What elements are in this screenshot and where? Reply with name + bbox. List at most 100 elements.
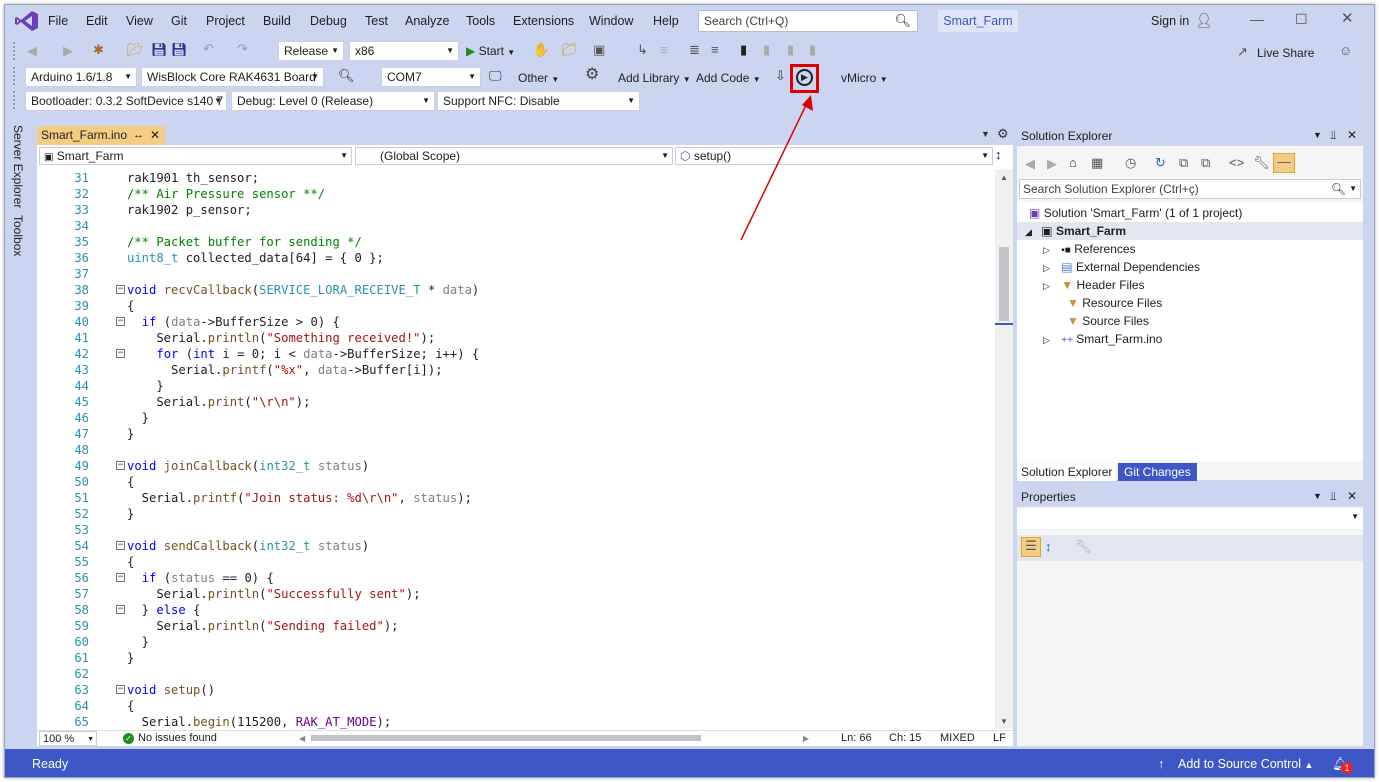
pane-options-icon[interactable]: ▼ bbox=[1313, 130, 1322, 140]
line-ending-indicator[interactable]: LF bbox=[993, 731, 1006, 746]
code-line[interactable]: 33 rak1902 p_sensor; bbox=[37, 202, 991, 218]
fold-toggle-icon[interactable]: − bbox=[116, 461, 125, 470]
minimize-icon[interactable]: — bbox=[1250, 11, 1264, 27]
build-upload-icon[interactable]: ⇩ bbox=[775, 68, 786, 84]
code-line[interactable]: 44 } bbox=[37, 378, 991, 394]
fold-toggle-icon[interactable]: − bbox=[116, 317, 125, 326]
code-line[interactable]: 34 bbox=[37, 218, 991, 234]
preview-toggle-icon[interactable]: — bbox=[1273, 153, 1295, 173]
code-line[interactable]: 53 bbox=[37, 522, 991, 538]
fold-toggle-icon[interactable]: − bbox=[116, 685, 125, 694]
step-over-icon[interactable]: ≡ bbox=[660, 42, 668, 58]
code-line[interactable]: 46 } bbox=[37, 410, 991, 426]
add-code-menu[interactable]: Add Code ▼ bbox=[696, 71, 761, 85]
code-line[interactable]: 59 Serial.println("Sending failed"); bbox=[37, 618, 991, 634]
pin-icon[interactable]: ⫫ bbox=[1330, 489, 1337, 504]
close-icon[interactable]: ✕ bbox=[1341, 11, 1354, 27]
live-share-icon[interactable]: ↗ bbox=[1237, 44, 1248, 60]
other-menu[interactable]: Other ▼ bbox=[518, 71, 559, 85]
code-line[interactable]: 64 { bbox=[37, 698, 991, 714]
tree-project-node[interactable]: ◢ ▣ Smart_Farm bbox=[1017, 222, 1363, 240]
port-select[interactable]: COM7 ▼ bbox=[381, 67, 481, 87]
code-line[interactable]: 47} bbox=[37, 426, 991, 442]
pin-icon[interactable]: ⫫ bbox=[1330, 128, 1337, 143]
code-line[interactable]: 58 − } else { bbox=[37, 602, 991, 618]
toolbar-grip[interactable] bbox=[13, 42, 17, 60]
code-line[interactable]: 55 { bbox=[37, 554, 991, 570]
tab-git-changes[interactable]: Git Changes bbox=[1118, 463, 1197, 481]
switch-views-icon[interactable]: ▦ bbox=[1091, 155, 1103, 171]
start-debugging-icon[interactable]: ▶ bbox=[796, 69, 813, 86]
next-bookmark-icon[interactable]: ▮ bbox=[787, 42, 794, 58]
fold-toggle-icon[interactable]: − bbox=[116, 573, 125, 582]
live-share-button[interactable]: Live Share bbox=[1257, 46, 1314, 60]
platform-select[interactable]: x86 ▼ bbox=[349, 41, 459, 61]
redo-icon[interactable]: ↷ bbox=[237, 41, 248, 57]
toolbox-tab[interactable]: Toolbox bbox=[11, 215, 25, 256]
start-button[interactable]: ▶ Start ▼ bbox=[466, 42, 528, 60]
menu-file[interactable]: File bbox=[48, 14, 68, 28]
code-line[interactable]: 40 − if (data->BufferSize > 0) { bbox=[37, 314, 991, 330]
document-tab[interactable]: Smart_Farm.ino ↔ ✕ bbox=[37, 126, 165, 145]
pin-icon[interactable]: ↔ bbox=[133, 126, 144, 145]
tree-item-header-files[interactable]: ▷ ▼ Header Files bbox=[1043, 276, 1145, 294]
menu-git[interactable]: Git bbox=[171, 14, 187, 28]
feedback-icon[interactable]: ☺ bbox=[1339, 43, 1352, 59]
code-line[interactable]: 41 Serial.println("Something received!")… bbox=[37, 330, 991, 346]
issues-status[interactable]: No issues found bbox=[138, 731, 217, 746]
tree-item-source-files[interactable]: ▼ Source Files bbox=[1067, 312, 1149, 330]
pane-options-icon[interactable]: ▼ bbox=[1313, 491, 1322, 501]
browser-link-icon[interactable]: ▣ bbox=[593, 42, 605, 58]
search-input[interactable]: Search (Ctrl+Q) 🔍︎ bbox=[698, 10, 918, 32]
code-line[interactable]: 45 Serial.print("\r\n"); bbox=[37, 394, 991, 410]
code-line[interactable]: 54 − void sendCallback(int32_t status) bbox=[37, 538, 991, 554]
server-explorer-tab[interactable]: Server Explorer bbox=[11, 125, 25, 208]
vertical-scrollbar[interactable]: ▲ ▼ bbox=[995, 169, 1013, 729]
collapse-arrow-icon[interactable]: ◢ bbox=[1025, 227, 1032, 237]
solution-search-input[interactable]: Search Solution Explorer (Ctrl+ç) 🔍︎ ▼ bbox=[1019, 179, 1361, 199]
serial-monitor-icon[interactable]: 🖵︎ bbox=[489, 68, 502, 84]
tab-solution-explorer[interactable]: Solution Explorer bbox=[1017, 463, 1117, 481]
fold-toggle-icon[interactable]: − bbox=[116, 349, 125, 358]
split-icon[interactable]: ↕ bbox=[995, 147, 1002, 162]
solution-config-select[interactable]: Release ▼ bbox=[278, 41, 344, 61]
home-icon[interactable]: ⌂ bbox=[1069, 155, 1077, 171]
new-project-icon[interactable]: ✱ bbox=[93, 42, 104, 58]
h-scroll[interactable]: ◀ ▶ bbox=[299, 734, 809, 743]
tree-solution-node[interactable]: ▣ Solution 'Smart_Farm' (1 of 1 project) bbox=[1029, 204, 1242, 222]
menu-help[interactable]: Help bbox=[653, 14, 679, 28]
categorized-icon[interactable]: ☰ bbox=[1021, 537, 1041, 557]
code-line[interactable]: 32 /** Air Pressure sensor **/ bbox=[37, 186, 991, 202]
sync-icon[interactable]: ↻ bbox=[1155, 155, 1166, 171]
tree-item-resource-files[interactable]: ▼ Resource Files bbox=[1067, 294, 1162, 312]
code-text[interactable]: 31 rak1901 th_sensor; 32 /** Air Pressure s… bbox=[37, 169, 991, 729]
code-line[interactable]: 60 } bbox=[37, 634, 991, 650]
expand-arrow-icon[interactable]: ▷ bbox=[1043, 263, 1050, 273]
code-line[interactable]: 35 /** Packet buffer for sending */ bbox=[37, 234, 991, 250]
close-tab-icon[interactable]: ✕ bbox=[150, 126, 160, 145]
properties-wrench-icon[interactable]: 🔧︎ bbox=[1253, 155, 1270, 171]
code-line[interactable]: 52} bbox=[37, 506, 991, 522]
tab-overflow-icon[interactable]: ▼ bbox=[981, 129, 990, 139]
code-line[interactable]: 49 − void joinCallback(int32_t status) bbox=[37, 458, 991, 474]
code-line[interactable]: 65 Serial.begin(115200, RAK_AT_MODE); bbox=[37, 714, 991, 729]
line-indicator[interactable]: Ln: 66 bbox=[841, 731, 872, 746]
forward-icon[interactable]: ▶ bbox=[63, 43, 73, 59]
fold-toggle-icon[interactable]: − bbox=[116, 605, 125, 614]
debug-level-select[interactable]: Debug: Level 0 (Release) ▼ bbox=[231, 91, 435, 111]
alphabetical-icon[interactable]: ↕ bbox=[1045, 539, 1052, 555]
project-combo[interactable]: ▣ Smart_Farm ▼ bbox=[39, 147, 352, 165]
menu-view[interactable]: View bbox=[126, 14, 153, 28]
pending-changes-icon[interactable]: ◷ bbox=[1125, 155, 1136, 171]
add-source-control-button[interactable]: Add to Source Control ▲ bbox=[1178, 752, 1313, 777]
menu-project[interactable]: Project bbox=[206, 14, 245, 28]
nfc-select[interactable]: Support NFC: Disable ▼ bbox=[437, 91, 640, 111]
code-line[interactable]: 36 uint8_t collected_data[64] = { 0 }; bbox=[37, 250, 991, 266]
scroll-thumb[interactable] bbox=[999, 247, 1009, 321]
hot-reload-icon[interactable]: ✋ bbox=[533, 42, 549, 58]
step-into-icon[interactable]: ↳ bbox=[637, 42, 648, 58]
fold-toggle-icon[interactable]: − bbox=[116, 285, 125, 294]
menu-tools[interactable]: Tools bbox=[466, 14, 495, 28]
close-icon[interactable]: ✕ bbox=[1347, 128, 1357, 142]
back-icon[interactable]: ◀ bbox=[1025, 156, 1035, 172]
